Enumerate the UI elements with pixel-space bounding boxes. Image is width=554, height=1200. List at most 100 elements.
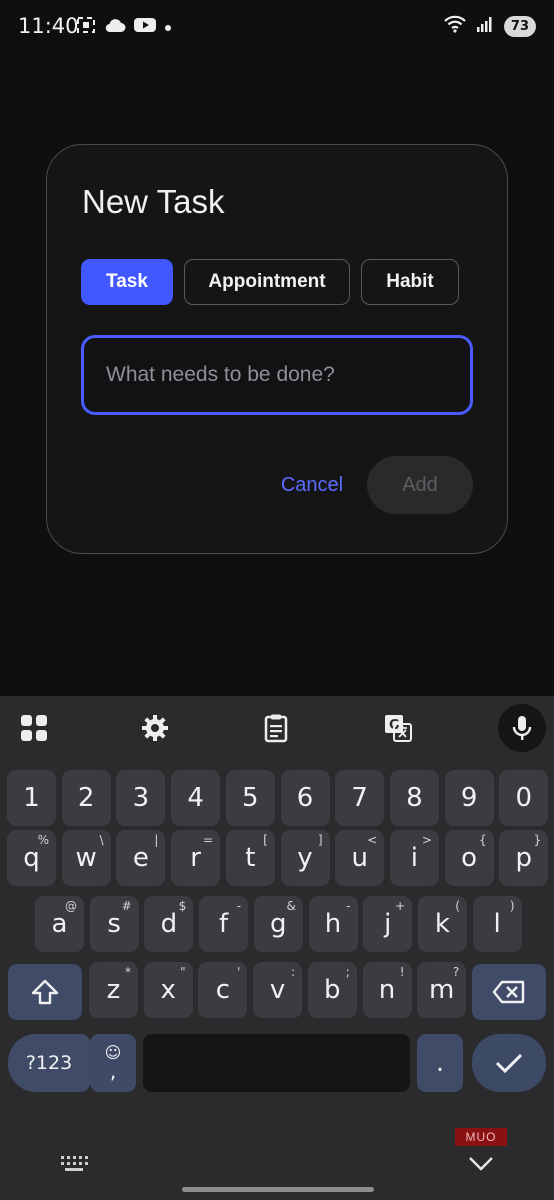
home-indicator[interactable] bbox=[182, 1187, 374, 1192]
key-hint: ] bbox=[317, 833, 323, 847]
key-a[interactable]: a @ bbox=[35, 896, 84, 952]
key-4[interactable]: 4 bbox=[171, 770, 221, 826]
key-c[interactable]: c ' bbox=[198, 962, 248, 1018]
tab-habit[interactable]: Habit bbox=[361, 259, 459, 305]
battery-indicator: 73 bbox=[503, 16, 536, 37]
key-label: s bbox=[107, 909, 121, 939]
key-s[interactable]: s # bbox=[89, 896, 139, 952]
period-key[interactable]: . bbox=[417, 1034, 463, 1092]
key-d[interactable]: d $ bbox=[144, 896, 194, 952]
key-p[interactable]: p} bbox=[499, 830, 549, 886]
key-e[interactable]: e | bbox=[116, 830, 166, 886]
clipboard-icon[interactable] bbox=[254, 708, 298, 748]
key-label: l bbox=[493, 909, 501, 939]
key-label: z bbox=[106, 975, 121, 1005]
key-label: 5 bbox=[242, 783, 259, 813]
key-t[interactable]: t[ bbox=[225, 830, 275, 886]
dot-icon bbox=[164, 19, 172, 37]
key-hint: - bbox=[346, 899, 351, 913]
key-hint: } bbox=[533, 833, 542, 847]
key-x[interactable]: x " bbox=[143, 962, 193, 1018]
key-hint: > bbox=[421, 833, 432, 847]
tab-appointment[interactable]: Appointment bbox=[184, 259, 350, 305]
key-1[interactable]: 1 bbox=[7, 770, 56, 826]
key-hint: @ bbox=[65, 899, 77, 913]
key-label: q bbox=[23, 843, 40, 873]
key-0[interactable]: 0 bbox=[499, 770, 549, 826]
key-l[interactable]: l) bbox=[472, 896, 522, 952]
key-f[interactable]: f- bbox=[199, 896, 249, 952]
key-hint: + bbox=[395, 899, 406, 913]
key-label: a bbox=[51, 909, 68, 939]
key-label: o bbox=[461, 843, 478, 873]
key-hint: [ bbox=[263, 833, 268, 847]
key-h[interactable]: h- bbox=[308, 896, 358, 952]
key-label: g bbox=[270, 909, 287, 939]
shift-arrow-icon bbox=[31, 979, 59, 1005]
key-label: e bbox=[132, 843, 149, 873]
youtube-icon bbox=[134, 17, 156, 38]
key-9[interactable]: 9 bbox=[444, 770, 494, 826]
microphone-icon[interactable] bbox=[498, 704, 546, 752]
key-6[interactable]: 6 bbox=[280, 770, 330, 826]
settings-gear-icon[interactable] bbox=[133, 708, 177, 748]
space-bar[interactable] bbox=[143, 1034, 410, 1092]
key-hint: ( bbox=[455, 899, 460, 913]
key-label: w bbox=[75, 843, 97, 873]
key-v[interactable]: v: bbox=[253, 962, 303, 1018]
symbols-key[interactable]: ?123 bbox=[8, 1034, 90, 1092]
key-u[interactable]: u < bbox=[335, 830, 385, 886]
key-hint: = bbox=[203, 833, 214, 847]
apps-grid-icon[interactable] bbox=[12, 708, 56, 748]
key-hint: # bbox=[121, 899, 132, 913]
enter-key[interactable] bbox=[472, 1034, 546, 1092]
translate-icon[interactable]: G bbox=[376, 708, 420, 748]
cloud-icon bbox=[104, 17, 126, 38]
key-w[interactable]: w \ bbox=[61, 830, 111, 886]
key-j[interactable]: j + bbox=[363, 896, 413, 952]
key-k[interactable]: k( bbox=[417, 896, 467, 952]
notification-icons bbox=[76, 16, 172, 39]
key-label: x bbox=[160, 975, 176, 1005]
key-label: y bbox=[297, 843, 313, 873]
cancel-button[interactable]: Cancel bbox=[257, 463, 367, 507]
task-input[interactable] bbox=[81, 335, 473, 415]
status-bar: 11:40 73 bbox=[0, 0, 554, 56]
key-7[interactable]: 7 bbox=[335, 770, 385, 826]
backspace-key[interactable] bbox=[472, 964, 546, 1020]
system-icons: 73 bbox=[444, 15, 536, 38]
key-i[interactable]: i > bbox=[389, 830, 439, 886]
key-label: 3 bbox=[132, 783, 150, 813]
shift-key[interactable] bbox=[8, 964, 82, 1020]
key-o[interactable]: o{ bbox=[444, 830, 494, 886]
key-n[interactable]: n! bbox=[362, 962, 412, 1018]
key-label: k bbox=[434, 909, 450, 939]
backspace-icon bbox=[492, 980, 525, 1004]
key-r[interactable]: r = bbox=[171, 830, 221, 886]
dialog-title: New Task bbox=[82, 183, 225, 220]
key-hint: " bbox=[180, 965, 186, 979]
key-label: f bbox=[219, 909, 229, 939]
key-3[interactable]: 3 bbox=[116, 770, 166, 826]
key-2[interactable]: 2 bbox=[61, 770, 111, 826]
emoji-comma-key[interactable]: ☺ , bbox=[90, 1034, 136, 1092]
keyboard-switcher-icon[interactable] bbox=[60, 1154, 88, 1177]
key-z[interactable]: z * bbox=[89, 962, 138, 1018]
add-button[interactable]: Add bbox=[367, 456, 473, 514]
key-hint: * bbox=[125, 965, 131, 979]
key-q[interactable]: q% bbox=[7, 830, 56, 886]
hide-keyboard-chevron-icon[interactable] bbox=[468, 1156, 494, 1177]
key-hint: | bbox=[154, 833, 159, 847]
key-m[interactable]: m? bbox=[417, 962, 467, 1018]
wifi-icon bbox=[444, 15, 466, 38]
key-hint: ' bbox=[237, 965, 241, 979]
key-label: n bbox=[378, 975, 396, 1005]
key-y[interactable]: y] bbox=[280, 830, 330, 886]
key-8[interactable]: 8 bbox=[389, 770, 439, 826]
key-g[interactable]: g & bbox=[253, 896, 303, 952]
tab-task[interactable]: Task bbox=[81, 259, 173, 305]
key-label: 9 bbox=[460, 783, 478, 813]
new-task-dialog: New Task Task Appointment Habit Cancel A… bbox=[46, 144, 508, 554]
key-5[interactable]: 5 bbox=[225, 770, 275, 826]
key-b[interactable]: b; bbox=[307, 962, 357, 1018]
